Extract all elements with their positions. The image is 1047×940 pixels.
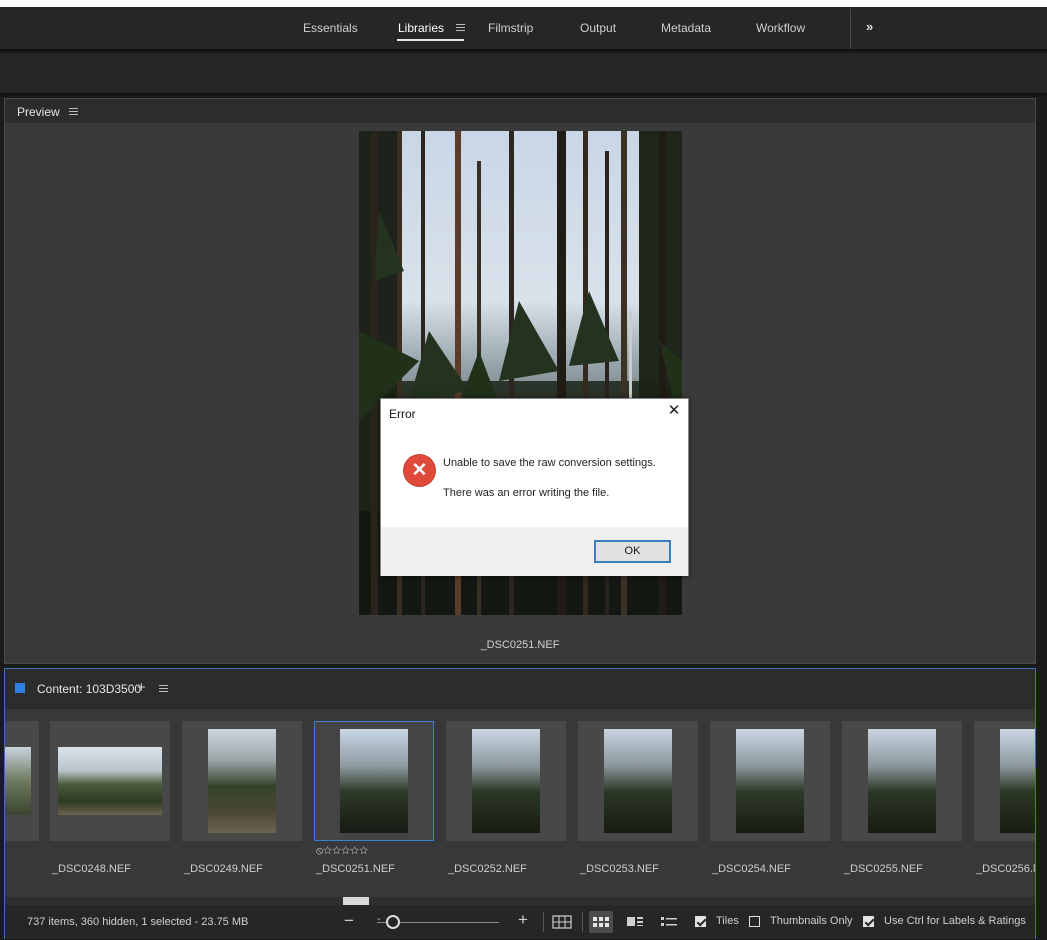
thumbnail-image <box>58 747 162 815</box>
tab-output[interactable]: Output <box>580 21 616 35</box>
scrollbar-thumb[interactable] <box>343 897 369 905</box>
thumbnail-tile[interactable] <box>5 721 39 841</box>
rating-stars[interactable]: ⦸☆☆☆☆☆ <box>316 845 368 858</box>
status-divider <box>543 912 544 932</box>
preview-panel-title: Preview <box>17 105 60 119</box>
thumbnail-tile[interactable] <box>446 721 566 841</box>
tab-essentials[interactable]: Essentials <box>303 21 358 35</box>
dialog-message-secondary: There was an error writing the file. <box>443 487 610 499</box>
list-view-svg <box>661 917 677 926</box>
thumbnails-view-svg <box>593 917 609 927</box>
details-view-svg <box>627 917 643 926</box>
thumbnail-image <box>472 729 540 833</box>
tiles-checkbox[interactable] <box>695 916 706 927</box>
thumbnails-only-checkbox[interactable] <box>749 916 760 927</box>
thumbnail-tile[interactable] <box>578 721 698 841</box>
double-chevron-right-icon[interactable]: » <box>866 19 873 34</box>
view-details-icon[interactable] <box>623 911 647 933</box>
tab-metadata[interactable]: Metadata <box>661 21 711 35</box>
active-tab-underline <box>397 39 464 41</box>
zoom-out-icon[interactable]: − <box>344 911 354 931</box>
preview-menu-icon[interactable] <box>69 108 78 117</box>
grid-lock-svg <box>552 915 572 929</box>
thumbnail-tile[interactable] <box>710 721 830 841</box>
libraries-menu-icon[interactable] <box>456 24 465 33</box>
thumbnail-label: _DSC0249.NEF <box>184 863 263 875</box>
thumbnail-label: _DSC0251.NEF <box>316 863 395 875</box>
error-dialog: Error ✕ ✕ Unable to save the raw convers… <box>380 398 689 576</box>
dialog-message-primary: Unable to save the raw conversion settin… <box>443 457 656 469</box>
grid-lock-icon[interactable] <box>550 911 574 933</box>
view-list-icon[interactable] <box>657 911 681 933</box>
content-panel-title: Content: 103D3500 <box>37 682 142 696</box>
path-bar <box>0 53 1047 95</box>
error-icon: ✕ <box>404 455 435 486</box>
close-icon[interactable]: ✕ <box>665 402 683 420</box>
ctrl-labels-label: Use Ctrl for Labels & Ratings <box>884 915 1026 927</box>
content-panel: Content: 103D3500 + ⦸☆☆☆☆☆ _DSC0248.NEF … <box>4 668 1036 939</box>
content-menu-icon[interactable] <box>159 685 168 694</box>
thumbnail-label: _DSC0256.NEF <box>976 863 1035 875</box>
thumbnail-image <box>340 729 408 833</box>
thumbnail-tile[interactable] <box>974 721 1035 841</box>
thumbnail-image <box>5 747 31 815</box>
view-thumbnails-icon[interactable] <box>589 911 613 933</box>
window-top-edge <box>0 0 1047 7</box>
preview-panel-header: Preview <box>5 99 1035 123</box>
thumbnail-label: _DSC0255.NEF <box>844 863 923 875</box>
tiles-label: Tiles <box>716 915 739 927</box>
thumbnail-image <box>1000 729 1035 833</box>
zoom-min-marker: - <box>377 913 381 925</box>
ok-button[interactable]: OK <box>594 540 671 563</box>
thumbnail-label: _DSC0253.NEF <box>580 863 659 875</box>
thumbnail-label: _DSC0254.NEF <box>712 863 791 875</box>
preview-caption: _DSC0251.NEF <box>480 639 560 651</box>
content-panel-header: Content: 103D3500 + <box>5 669 1035 709</box>
thumbnails-only-label: Thumbnails Only <box>770 915 853 927</box>
add-tab-icon[interactable]: + <box>137 679 146 696</box>
tab-workflow[interactable]: Workflow <box>756 21 805 35</box>
ctrl-labels-checkbox[interactable] <box>863 916 874 927</box>
content-color-square-icon <box>15 683 25 693</box>
horizontal-scrollbar[interactable] <box>5 897 1035 905</box>
thumbnail-label: _DSC0252.NEF <box>448 863 527 875</box>
thumbnail-image <box>208 729 276 833</box>
thumbnail-image <box>604 729 672 833</box>
workspace-bar: Essentials Libraries Filmstrip Output Me… <box>0 7 1047 51</box>
thumbnail-tile[interactable] <box>50 721 170 841</box>
thumbnail-image <box>736 729 804 833</box>
dialog-footer: OK <box>381 527 688 576</box>
zoom-in-icon[interactable]: + <box>518 910 528 930</box>
thumbnail-tile-selected[interactable] <box>314 721 434 841</box>
tab-libraries[interactable]: Libraries <box>398 21 444 35</box>
thumbnail-label: _DSC0248.NEF <box>52 863 131 875</box>
thumbnail-tile[interactable] <box>842 721 962 841</box>
status-divider <box>582 912 583 932</box>
slider-knob[interactable] <box>386 915 400 929</box>
workspace-divider <box>850 9 851 49</box>
preview-panel: Preview _DSC0251.NEF <box>4 98 1036 664</box>
dialog-title: Error <box>389 407 416 421</box>
thumbnail-tile[interactable] <box>182 721 302 841</box>
item-count-summary: 737 items, 360 hidden, 1 selected - 23.7… <box>27 916 249 928</box>
thumbnail-grid: ⦸☆☆☆☆☆ _DSC0248.NEF _DSC0249.NEF _DSC025… <box>5 709 1035 899</box>
thumbnail-image <box>868 729 936 833</box>
tab-filmstrip[interactable]: Filmstrip <box>488 21 533 35</box>
status-bar: 737 items, 360 hidden, 1 selected - 23.7… <box>5 905 1035 939</box>
